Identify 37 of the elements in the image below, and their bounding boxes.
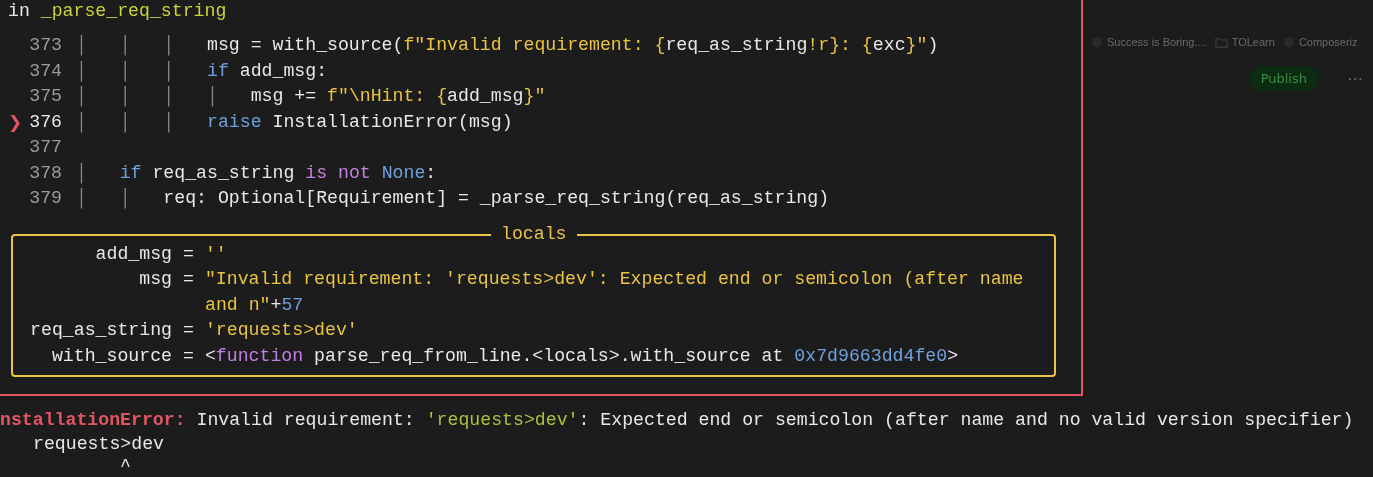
publish-button[interactable]: Publish: [1248, 65, 1319, 91]
code-line: │ │ │ │ msg += f"\nHint: {add_msg}": [76, 85, 546, 109]
variable-name: with_source: [51, 345, 172, 366]
equals-sign: =: [183, 268, 194, 291]
variable-value: 'requests>dev': [204, 319, 358, 342]
line-number: 377: [28, 136, 62, 159]
variable-value: '': [204, 242, 227, 266]
bookmark[interactable]: TOLearn: [1214, 36, 1275, 48]
variable-value: "Invalid requirement: 'requests>dev': Expected end or semicolon (after name: [204, 268, 1024, 291]
error-caret: ^: [120, 456, 131, 476]
variable-name: msg: [139, 269, 172, 289]
line-number: 376: [28, 110, 62, 134]
code-line: │ │ │ if add_msg:: [76, 59, 328, 84]
folder-icon: [1214, 36, 1228, 48]
frame-location: in _parse_req_string: [8, 1, 227, 21]
variable-value: and n"+57: [205, 293, 304, 317]
line-number: 374: [28, 59, 62, 83]
variable-name: req_as_string: [30, 320, 172, 340]
code-line: │ │ req: Optional[Requirement] = _parse_req_string(req_as_string): [76, 187, 830, 211]
equals-sign: =: [183, 242, 194, 266]
code-line: │ if req_as_string is not None:: [76, 161, 437, 186]
line-number: 375: [28, 85, 62, 108]
more-button[interactable]: ⋯: [1347, 68, 1363, 88]
code-line: │ │ │ msg = with_source(f"Invalid requirement: {req_as_string!r}: {exc}"): [76, 34, 939, 58]
current-line-marker: ❯: [8, 110, 22, 134]
error-message: nstallationError: Invalid requirement: 'requests>dev': Expected end or semicolon (after name and no valid version specifier): [0, 409, 1355, 432]
equals-sign: =: [183, 319, 194, 342]
line-number: 378: [28, 161, 62, 185]
line-number: 379: [28, 187, 62, 210]
bookmark[interactable]: Success is Boring....: [1091, 36, 1207, 48]
variable-name: add_msg: [95, 243, 172, 264]
bookmark[interactable]: Composeriz: [1282, 36, 1358, 48]
variable-value: <function parse_req_from_line.<locals>.with_source at 0x7d9663dd4fe0>: [204, 344, 959, 368]
code-line: │ │ │ raise InstallationError(msg): [76, 110, 513, 135]
error-source: requests>dev: [33, 434, 164, 454]
line-number: 373: [28, 34, 62, 57]
equals-sign: =: [183, 344, 194, 368]
